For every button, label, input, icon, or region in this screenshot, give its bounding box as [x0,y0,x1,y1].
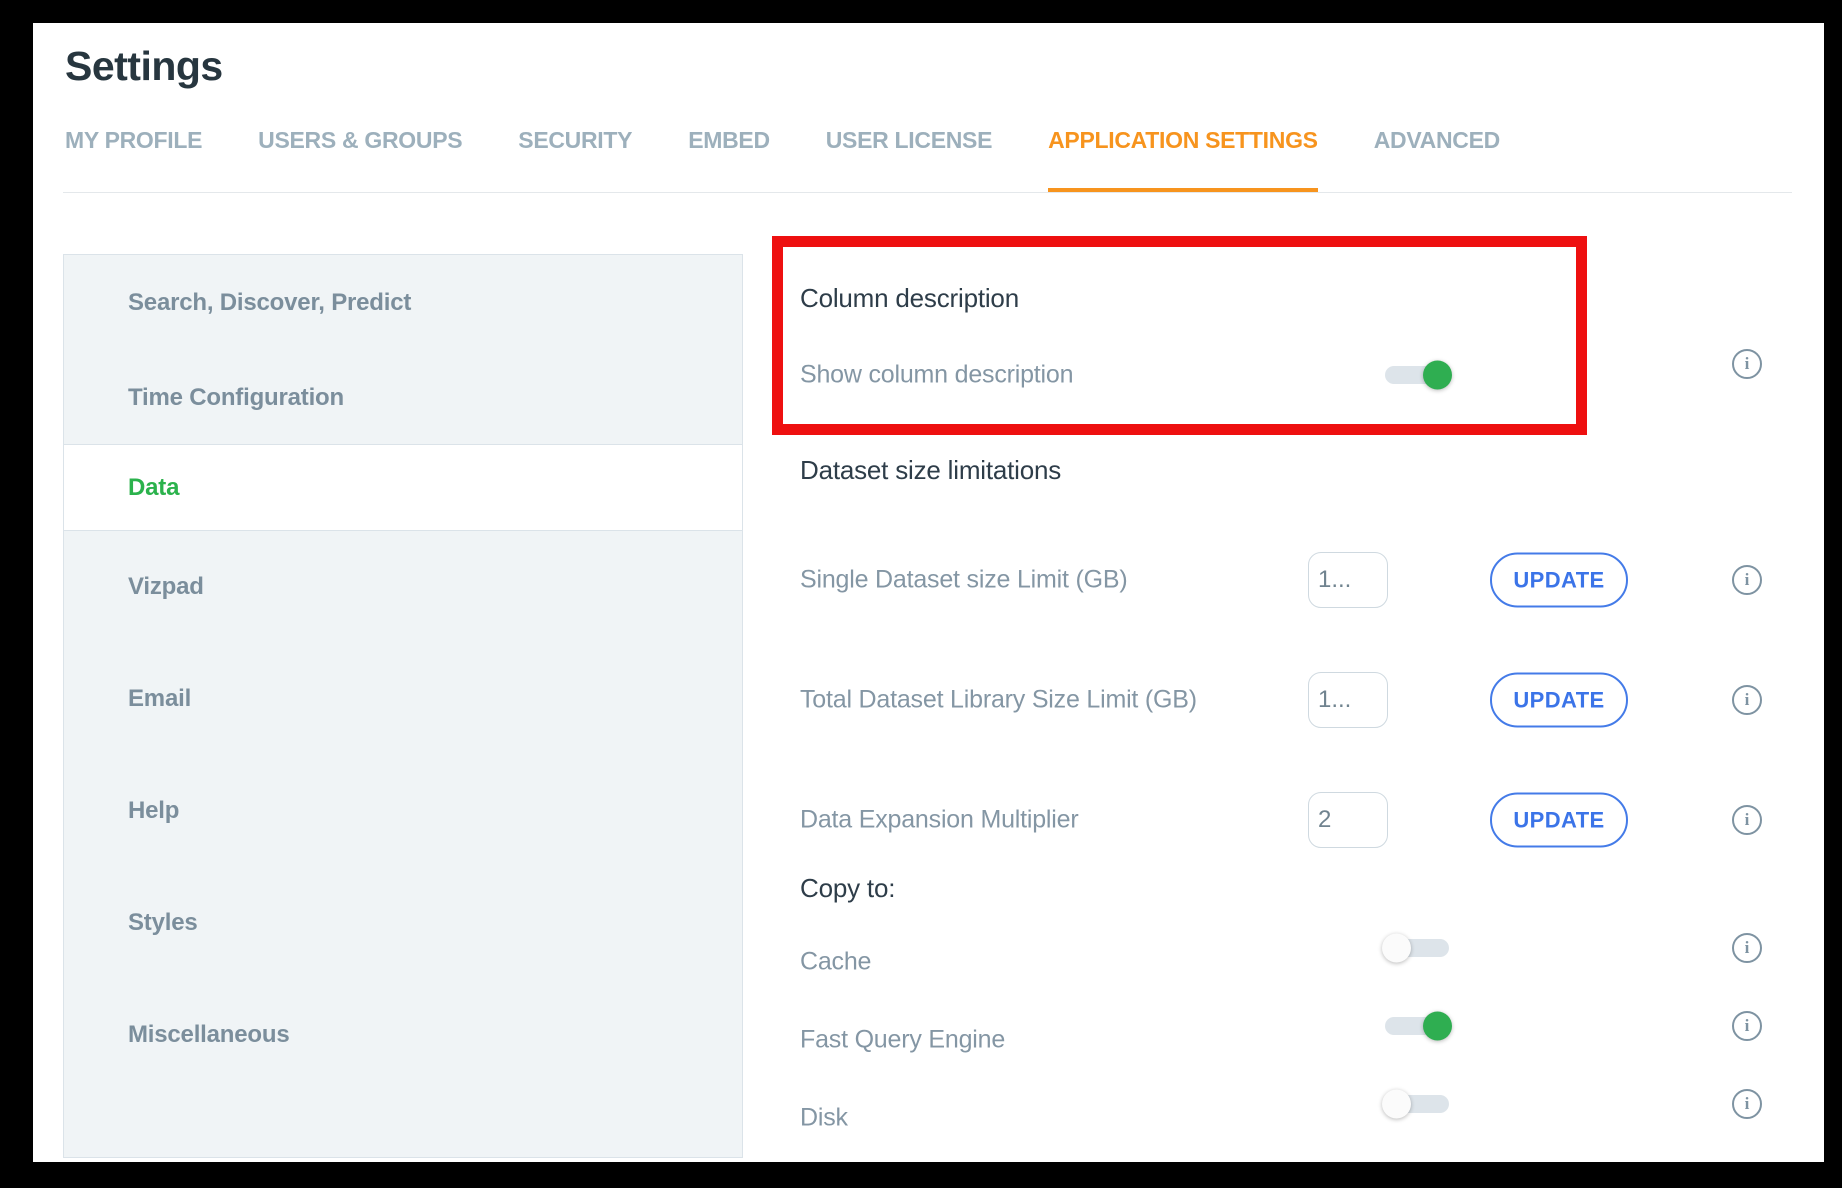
cache-toggle[interactable] [1385,939,1449,957]
info-icon[interactable]: i [1732,1011,1762,1041]
toggle-knob [1423,361,1452,390]
tab-bar: MY PROFILE USERS & GROUPS SECURITY EMBED… [65,127,1500,193]
page-title: Settings [65,43,223,90]
info-icon[interactable]: i [1732,685,1762,715]
highlight-red-box [772,236,1587,435]
sidebar-item-time-configuration[interactable]: Time Configuration [64,351,742,444]
update-button[interactable]: UPDATE [1490,793,1628,848]
data-expansion-multiplier-input[interactable] [1308,792,1388,848]
toggle-knob [1382,1090,1411,1119]
show-column-description-label: Show column description [800,361,1073,390]
disk-label: Disk [800,1104,848,1133]
sidebar-item-help[interactable]: Help [64,755,742,867]
sidebar-item-email[interactable]: Email [64,643,742,755]
fast-query-engine-toggle[interactable] [1385,1017,1449,1035]
tab-bar-divider [63,192,1792,193]
column-description-heading: Column description [800,283,1019,314]
single-dataset-size-limit-label: Single Dataset size Limit (GB) [800,566,1127,595]
data-expansion-multiplier-label: Data Expansion Multiplier [800,806,1078,835]
app-screenshot: { "page": { "title": "Settings" }, "tabs… [0,0,1842,1188]
info-icon[interactable]: i [1732,805,1762,835]
tab-users-groups[interactable]: USERS & GROUPS [258,127,462,193]
sidebar-item-vizpad[interactable]: Vizpad [64,531,742,643]
total-dataset-library-size-limit-label: Total Dataset Library Size Limit (GB) [800,686,1197,715]
copy-to-heading: Copy to: [800,873,895,904]
update-button[interactable]: UPDATE [1490,553,1628,608]
show-column-description-toggle[interactable] [1385,366,1449,384]
tab-my-profile[interactable]: MY PROFILE [65,127,202,193]
info-icon[interactable]: i [1732,349,1762,379]
settings-window: Settings MY PROFILE USERS & GROUPS SECUR… [33,23,1824,1162]
sidebar-item-miscellaneous[interactable]: Miscellaneous [64,979,742,1091]
single-dataset-size-limit-input[interactable] [1308,552,1388,608]
info-icon[interactable]: i [1732,565,1762,595]
total-dataset-library-size-limit-input[interactable] [1308,672,1388,728]
update-button[interactable]: UPDATE [1490,673,1628,728]
tab-embed[interactable]: EMBED [688,127,770,193]
dataset-size-limitations-heading: Dataset size limitations [800,455,1061,486]
tab-security[interactable]: SECURITY [518,127,632,193]
cache-label: Cache [800,948,871,977]
info-icon[interactable]: i [1732,1089,1762,1119]
toggle-knob [1423,1012,1452,1041]
sidebar-item-data[interactable]: Data [64,444,742,531]
toggle-knob [1382,934,1411,963]
info-icon[interactable]: i [1732,933,1762,963]
sidebar-item-styles[interactable]: Styles [64,867,742,979]
tab-application-settings[interactable]: APPLICATION SETTINGS [1048,127,1318,193]
sidebar-item-search-discover-predict[interactable]: Search, Discover, Predict [64,255,742,351]
tab-user-license[interactable]: USER LICENSE [826,127,992,193]
settings-sidebar: Search, Discover, Predict Time Configura… [63,254,743,1158]
disk-toggle[interactable] [1385,1095,1449,1113]
fast-query-engine-label: Fast Query Engine [800,1026,1005,1055]
tab-advanced[interactable]: ADVANCED [1374,127,1500,193]
